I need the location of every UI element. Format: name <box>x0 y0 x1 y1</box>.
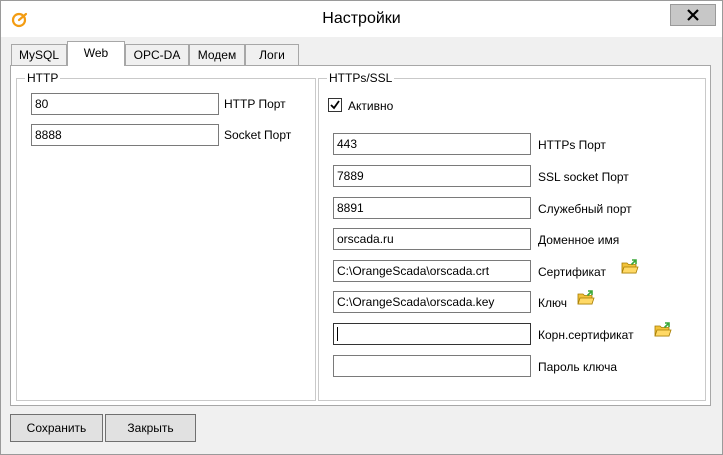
key-path-input[interactable] <box>333 291 531 313</box>
ssl-socket-port-label: SSL socket Порт <box>538 170 629 184</box>
window-title: Настройки <box>322 10 401 27</box>
certificate-label: Сертификат <box>538 265 606 279</box>
certificate-path-input[interactable] <box>333 260 531 282</box>
http-port-label: HTTP Порт <box>224 97 286 111</box>
service-port-label: Служебный порт <box>538 202 632 216</box>
socket-port-label: Socket Порт <box>224 128 292 142</box>
key-password-label: Пароль ключа <box>538 360 618 374</box>
key-label: Ключ <box>538 296 567 310</box>
ssl-socket-port-input[interactable] <box>333 165 531 187</box>
domain-name-label: Доменное имя <box>538 233 620 247</box>
close-button[interactable]: Закрыть <box>105 414 196 442</box>
tab-modem[interactable]: Модем <box>189 44 245 65</box>
root-certificate-label: Корн.сертификат <box>538 328 634 342</box>
service-port-input[interactable] <box>333 197 531 219</box>
root-certificate-path-input[interactable] <box>333 323 531 345</box>
https-port-input[interactable] <box>333 133 531 155</box>
close-icon <box>687 9 699 21</box>
https-ssl-group-legend: HTTPs/SSL <box>327 71 395 85</box>
http-group-legend: HTTP <box>25 71 61 85</box>
title-bar[interactable]: Настройки <box>1 1 722 37</box>
folder-open-icon[interactable] <box>621 259 639 275</box>
tab-web[interactable]: Web <box>67 41 125 66</box>
active-checkbox[interactable] <box>328 98 342 112</box>
active-checkbox-label: Активно <box>348 99 394 113</box>
web-tab-panel: HTTP HTTP Порт Socket Порт HTTPs/SSL Акт… <box>10 65 711 406</box>
settings-window: Настройки MySQL Web OPC-DA Модем Логи HT… <box>0 0 723 455</box>
https-port-label: HTTPs Порт <box>538 138 606 152</box>
text-caret <box>337 327 338 341</box>
folder-open-icon[interactable] <box>654 322 672 338</box>
close-window-button[interactable] <box>670 4 716 26</box>
checkmark-icon <box>330 100 340 110</box>
key-password-input[interactable] <box>333 355 531 377</box>
http-group: HTTP HTTP Порт Socket Порт <box>16 71 316 401</box>
tab-logs[interactable]: Логи <box>245 44 299 65</box>
domain-name-input[interactable] <box>333 228 531 250</box>
http-port-input[interactable] <box>31 93 219 115</box>
tab-mysql[interactable]: MySQL <box>11 44 67 65</box>
tab-opc-da[interactable]: OPC-DA <box>125 44 189 65</box>
folder-open-icon[interactable] <box>577 290 595 306</box>
save-button[interactable]: Сохранить <box>10 414 103 442</box>
socket-port-input[interactable] <box>31 124 219 146</box>
https-ssl-group: HTTPs/SSL Активно HTTPs Порт SSL socket … <box>318 71 706 401</box>
